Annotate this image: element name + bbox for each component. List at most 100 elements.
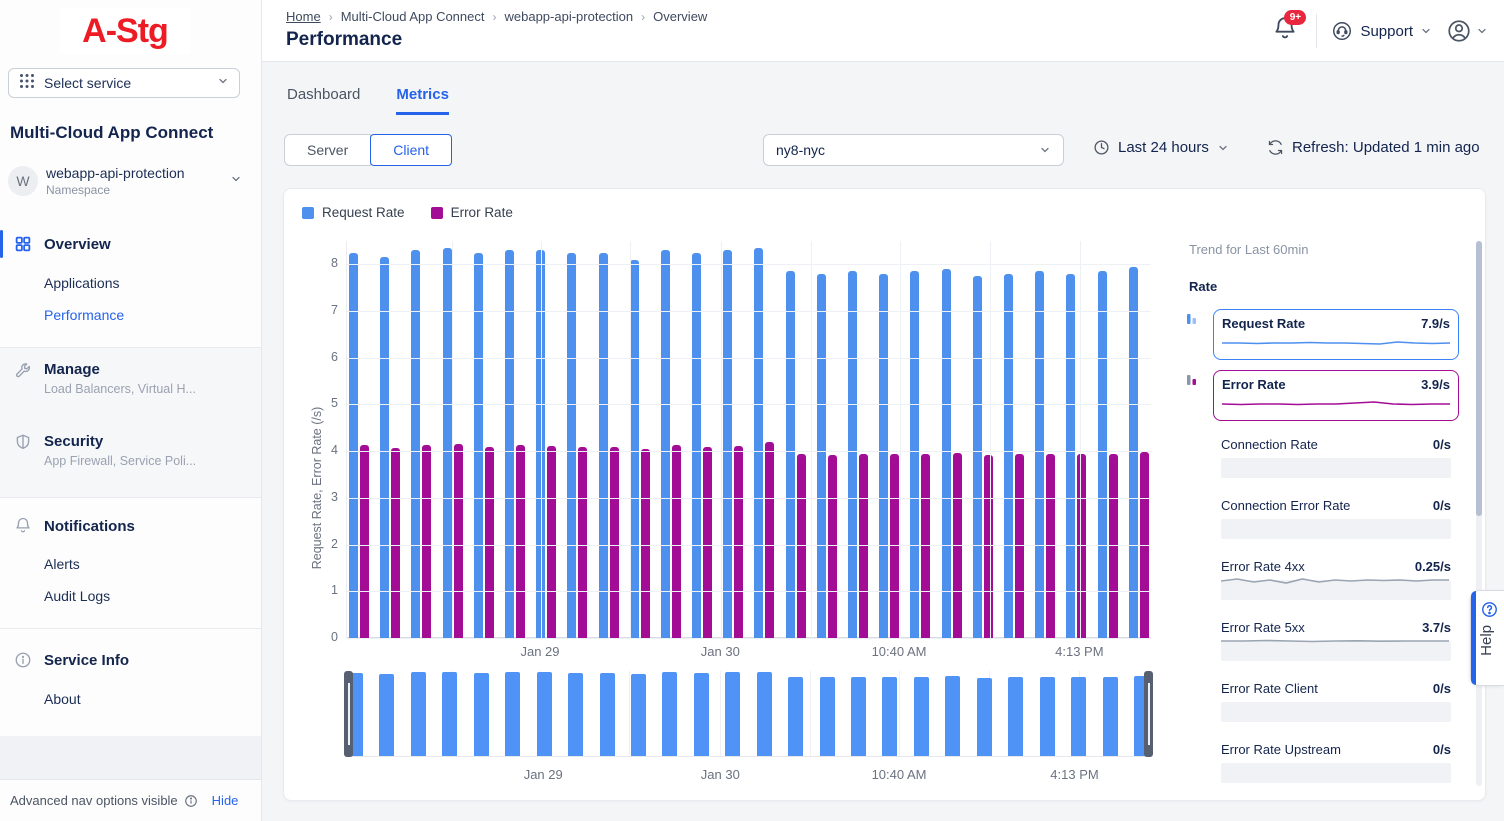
chevron-down-icon bbox=[1039, 144, 1051, 156]
gridline bbox=[347, 264, 1151, 265]
notifications-bell-button[interactable]: 9+ bbox=[1272, 16, 1302, 46]
chevron-down-icon bbox=[217, 74, 229, 92]
minimap-bar bbox=[945, 676, 960, 756]
error-rate-bar bbox=[454, 444, 463, 638]
tab-metrics[interactable]: Metrics bbox=[396, 86, 449, 115]
help-tab-label: Help bbox=[1478, 625, 1495, 656]
request-rate-bar bbox=[848, 271, 857, 638]
server-toggle-button[interactable]: Server bbox=[284, 134, 371, 166]
sidebar-item-applications[interactable]: Applications bbox=[44, 275, 120, 291]
sidebar-item-security[interactable]: Security App Firewall, Service Poli... bbox=[0, 420, 261, 498]
user-avatar-icon bbox=[1446, 18, 1472, 44]
error-rate-bar bbox=[547, 446, 556, 638]
breadcrumb: Home › Multi-Cloud App Connect › webapp-… bbox=[286, 9, 707, 24]
legend-label: Request Rate bbox=[322, 205, 405, 220]
sidebar-item-audit-logs[interactable]: Audit Logs bbox=[44, 588, 110, 604]
sidebar-item-performance[interactable]: Performance bbox=[44, 307, 124, 323]
breadcrumb-namespace[interactable]: webapp-api-protection bbox=[505, 9, 634, 24]
error-rate-bar bbox=[422, 445, 431, 638]
error-rate-bar bbox=[765, 442, 774, 638]
time-range-dropdown[interactable]: Last 24 hours bbox=[1093, 139, 1229, 156]
bar-group bbox=[380, 257, 400, 638]
y-axis-tick: 0 bbox=[308, 630, 338, 644]
sidebar-item-overview[interactable]: Overview bbox=[0, 230, 262, 258]
time-brush-minimap[interactable] bbox=[346, 671, 1151, 757]
error-rate-bar bbox=[890, 454, 899, 638]
sidebar-item-label: Notifications bbox=[44, 518, 135, 535]
metric-row: Error Rate Upstream0/s bbox=[1181, 736, 1459, 787]
minimap-bar bbox=[600, 673, 615, 756]
minimap-bar bbox=[442, 672, 457, 756]
metric-trend-strip bbox=[1221, 702, 1451, 722]
trend-panel-title: Trend for Last 60min bbox=[1189, 242, 1308, 257]
gridline bbox=[347, 358, 1151, 359]
select-service-label: Select service bbox=[44, 75, 217, 91]
breadcrumb-overview[interactable]: Overview bbox=[653, 9, 707, 24]
view-tabs: Dashboard Metrics bbox=[287, 86, 449, 115]
request-rate-chart-icon bbox=[1181, 309, 1205, 360]
metric-icon-slot bbox=[1181, 431, 1205, 482]
request-rate-bar bbox=[443, 248, 452, 638]
breadcrumb-app-connect[interactable]: Multi-Cloud App Connect bbox=[341, 9, 485, 24]
site-select-dropdown[interactable]: ny8-nyc bbox=[763, 134, 1064, 166]
namespace-selector[interactable]: W webapp-api-protection Namespace bbox=[8, 160, 254, 202]
refresh-button[interactable]: Refresh: Updated 1 min ago bbox=[1267, 139, 1480, 156]
support-menu-button[interactable]: Support bbox=[1331, 20, 1432, 42]
brush-handle-right[interactable] bbox=[1144, 671, 1153, 757]
trend-scrollbar-thumb[interactable] bbox=[1476, 241, 1482, 516]
brush-handle-left[interactable] bbox=[344, 671, 353, 757]
hide-advanced-nav-link[interactable]: Hide bbox=[212, 793, 239, 808]
y-axis-tick: 7 bbox=[308, 303, 338, 317]
breadcrumb-separator-icon: › bbox=[329, 10, 333, 24]
minimap-bar bbox=[537, 672, 552, 756]
metric-icon-slot bbox=[1181, 614, 1205, 665]
minimap-bar bbox=[474, 673, 489, 756]
header-divider bbox=[1316, 14, 1317, 48]
request-rate-bar bbox=[786, 271, 795, 638]
metric-row: Connection Rate0/s bbox=[1181, 431, 1459, 482]
gridline bbox=[630, 241, 631, 638]
metric-value: 0/s bbox=[1433, 742, 1451, 757]
breadcrumb-home[interactable]: Home bbox=[286, 9, 321, 24]
metric-card-error-rate[interactable]: Error Rate3.9/s bbox=[1213, 370, 1459, 421]
sidebar-item-about[interactable]: About bbox=[44, 691, 81, 707]
clock-icon bbox=[1093, 139, 1110, 156]
metric-card-request-rate[interactable]: Request Rate7.9/s bbox=[1213, 309, 1459, 360]
apps-grid-icon bbox=[19, 73, 35, 94]
metric-icon-slot bbox=[1181, 492, 1205, 543]
legend-error-rate[interactable]: Error Rate bbox=[431, 205, 513, 220]
metric-sparkline bbox=[1221, 570, 1449, 590]
minimap-bar bbox=[694, 673, 709, 756]
error-rate-bar bbox=[485, 447, 494, 638]
bar-group bbox=[942, 269, 962, 638]
namespace-type-label: Namespace bbox=[46, 183, 230, 197]
error-rate-bar bbox=[828, 455, 837, 638]
help-tab[interactable]: Help bbox=[1470, 590, 1504, 686]
breadcrumb-separator-icon: › bbox=[493, 10, 497, 24]
sidebar-item-notifications[interactable]: Notifications bbox=[0, 512, 262, 540]
metric-value: 3.9/s bbox=[1421, 377, 1450, 392]
minimap-bar bbox=[1008, 677, 1023, 756]
metric-row: Error Rate3.9/s bbox=[1181, 370, 1459, 421]
metric-sparkline bbox=[1222, 333, 1450, 353]
select-service-dropdown[interactable]: Select service bbox=[8, 68, 240, 98]
sidebar-item-manage[interactable]: Manage Load Balancers, Virtual H... bbox=[0, 347, 261, 421]
sidebar-item-alerts[interactable]: Alerts bbox=[44, 556, 80, 572]
error-rate-bar bbox=[1077, 454, 1086, 638]
tab-dashboard[interactable]: Dashboard bbox=[287, 86, 360, 115]
error-rate-bar bbox=[1015, 454, 1024, 638]
client-toggle-button[interactable]: Client bbox=[370, 134, 452, 166]
legend-request-rate[interactable]: Request Rate bbox=[302, 205, 405, 220]
metric-value: 0/s bbox=[1433, 437, 1451, 452]
user-account-button[interactable] bbox=[1446, 18, 1488, 44]
sidebar-item-sublabel: Load Balancers, Virtual H... bbox=[44, 382, 261, 396]
error-rate-bar bbox=[360, 445, 369, 638]
gridline bbox=[347, 451, 1151, 452]
metric-card-connection-error-rate: Connection Error Rate0/s bbox=[1213, 492, 1459, 543]
metric-trend-strip bbox=[1221, 580, 1451, 600]
request-rate-bar bbox=[1129, 267, 1138, 638]
sidebar-item-service-info[interactable]: Service Info bbox=[0, 646, 262, 674]
bar-group bbox=[723, 250, 743, 638]
x-axis-labels: Jan 29Jan 3010:40 AM4:13 PM bbox=[346, 644, 1151, 664]
brand-logo[interactable]: A-Stg bbox=[60, 8, 190, 54]
